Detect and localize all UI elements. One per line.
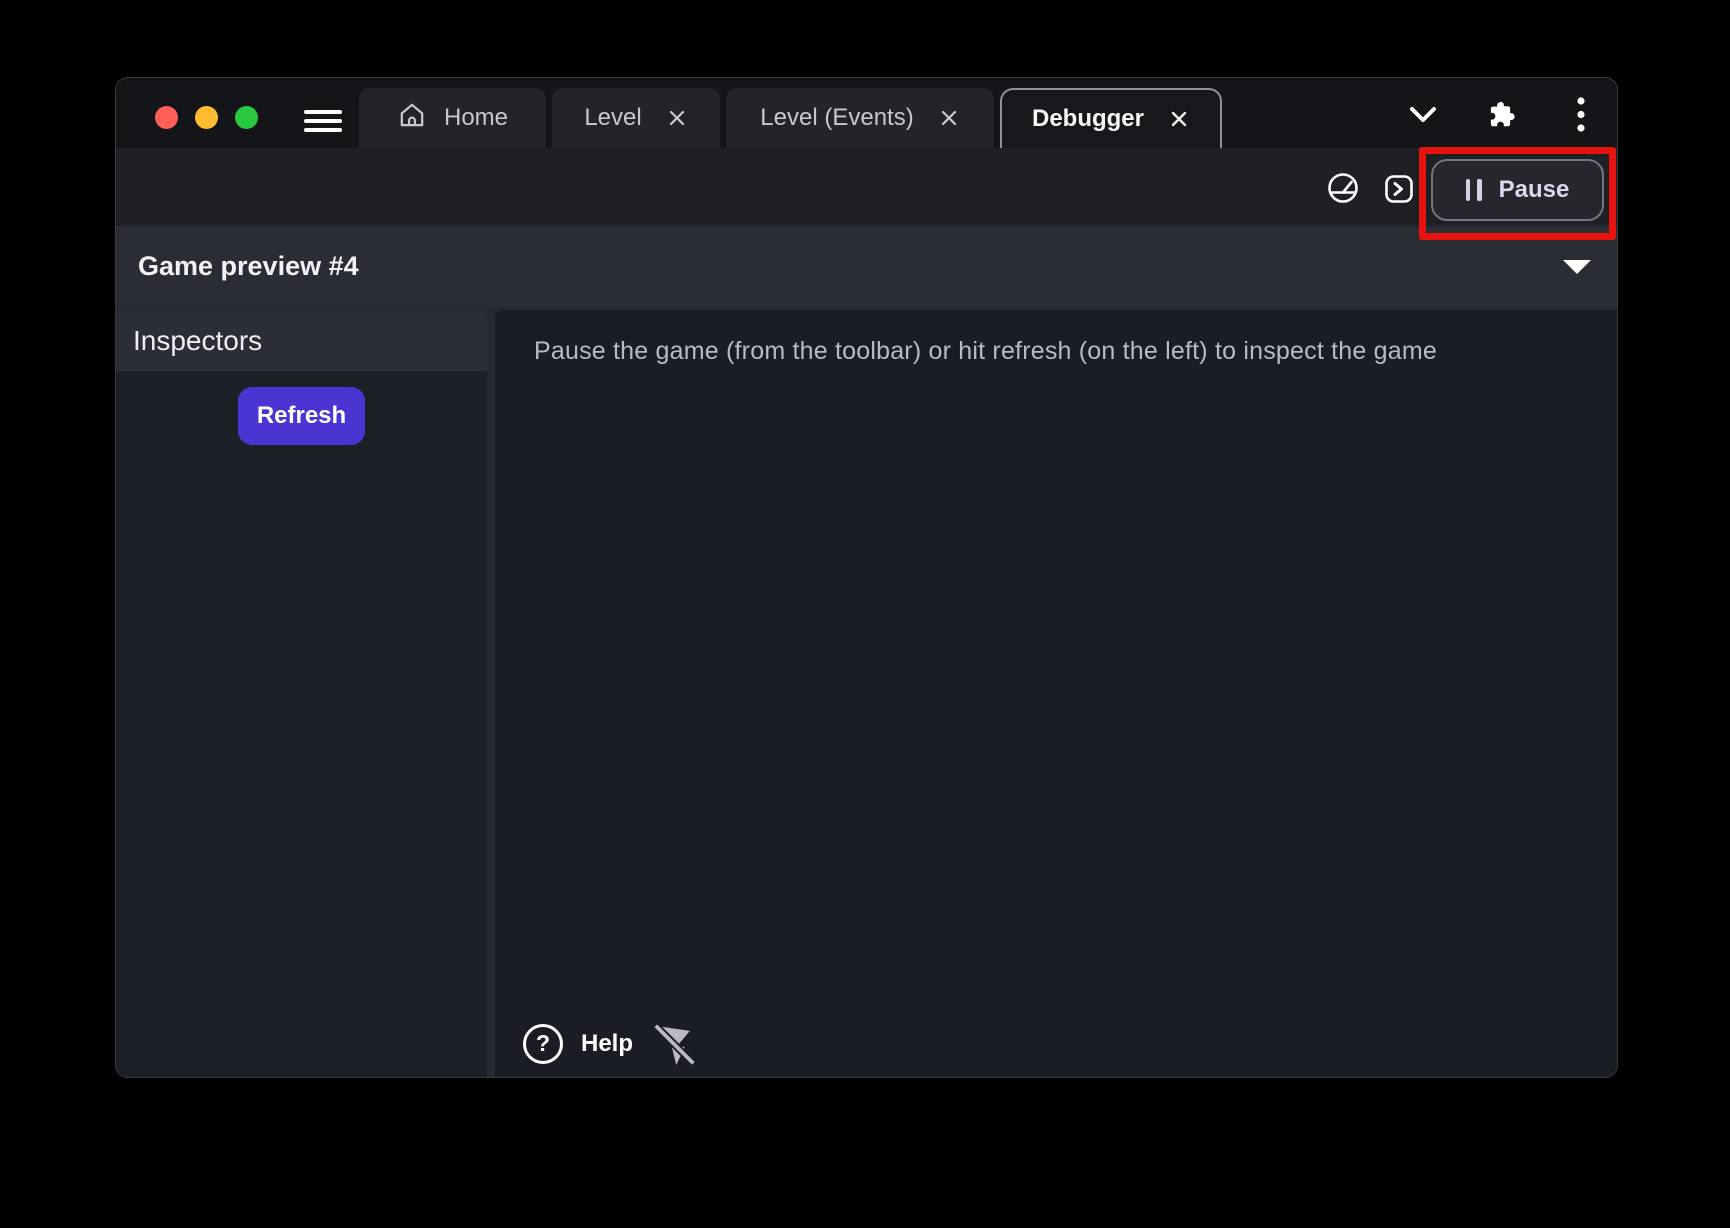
inspector-detail-pane: Pause the game (from the toolbar) or hit… (495, 310, 1618, 1078)
pause-button[interactable]: Pause (1431, 159, 1604, 221)
dropdown-caret-icon (1563, 260, 1591, 274)
tab-level-events[interactable]: Level (Events) (726, 88, 994, 148)
pause-button-label: Pause (1499, 176, 1570, 204)
refresh-button[interactable]: Refresh (238, 387, 365, 445)
pane-resize-handle[interactable] (487, 310, 495, 1078)
close-window-button[interactable] (155, 106, 178, 129)
app-window: Home Level Level (Events) (115, 77, 1618, 1078)
question-mark-icon: ? (523, 1024, 563, 1064)
traffic-lights (155, 106, 258, 129)
tab-label: Level (584, 104, 641, 132)
close-tab-icon[interactable] (666, 107, 688, 129)
inspectors-title: Inspectors (133, 325, 262, 357)
inspectors-panel: Inspectors Refresh (116, 310, 487, 1078)
pause-icon (1466, 179, 1482, 201)
extensions-puzzle-icon[interactable] (1484, 98, 1517, 136)
close-tab-icon[interactable] (1168, 108, 1190, 130)
hamburger-bar (304, 128, 342, 132)
show-hidden-tabs-chevron-icon[interactable] (1408, 105, 1438, 130)
main-menu-icon[interactable] (304, 110, 342, 132)
tab-level[interactable]: Level (552, 88, 720, 148)
zoom-window-button[interactable] (235, 106, 258, 129)
console-icon[interactable] (1384, 174, 1414, 209)
tab-label: Level (Events) (760, 104, 913, 132)
debugger-content: Inspectors Refresh Pause the game (from … (116, 307, 1617, 1078)
game-preview-selector[interactable]: Game preview #4 (116, 226, 1617, 307)
tab-label: Debugger (1032, 105, 1144, 133)
bottom-help-row: ? Help (523, 1019, 695, 1068)
pin-off-icon (649, 1019, 695, 1068)
tab-label: Home (444, 104, 508, 132)
titlebar: Home Level Level (Events) (116, 78, 1617, 148)
help-button-label: Help (581, 1030, 633, 1058)
inspectors-panel-header: Inspectors (116, 310, 487, 371)
help-button[interactable]: ? Help (523, 1024, 633, 1064)
hamburger-bar (304, 110, 342, 114)
profiler-gauge-icon[interactable] (1326, 171, 1360, 210)
unpin-button[interactable] (649, 1019, 695, 1068)
empty-state-message: Pause the game (from the toolbar) or hit… (534, 337, 1437, 366)
tab-bar: Home Level Level (Events) (359, 88, 1222, 148)
minimize-window-button[interactable] (195, 106, 218, 129)
close-tab-icon[interactable] (938, 107, 960, 129)
debugger-toolbar: Pause (116, 148, 1617, 226)
home-icon (397, 100, 427, 137)
hamburger-bar (304, 119, 342, 123)
tab-debugger[interactable]: Debugger (1000, 88, 1222, 148)
game-preview-title: Game preview #4 (138, 251, 359, 282)
tab-home[interactable]: Home (359, 88, 546, 148)
more-options-kebab-icon[interactable] (1576, 96, 1586, 138)
